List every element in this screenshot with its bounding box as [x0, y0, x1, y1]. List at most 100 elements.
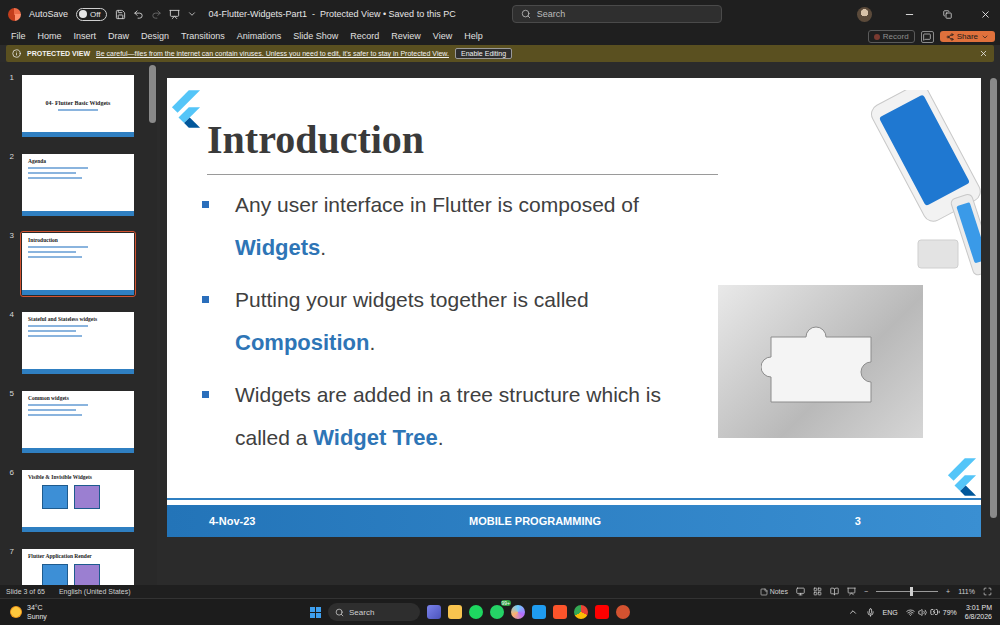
whatsapp-icon[interactable]: 99+: [490, 605, 504, 619]
save-icon[interactable]: [115, 9, 126, 20]
hidden-icons-icon[interactable]: [848, 607, 858, 617]
thumbnail-scrollbar[interactable]: [148, 62, 157, 585]
comments-button[interactable]: [921, 31, 934, 43]
ribbon-tab[interactable]: View: [433, 30, 452, 44]
thumbnail-frame[interactable]: 04- Flutter Basic Widgets: [20, 73, 136, 139]
protected-view-message[interactable]: Be careful—files from the internet can c…: [96, 50, 449, 57]
ribbon-tab[interactable]: Design: [141, 30, 169, 44]
system-tray: ENG 79% 3:01 PM6/8/2026: [848, 603, 992, 621]
zoom-out-button[interactable]: −: [864, 588, 868, 595]
ribbon-tab[interactable]: Insert: [74, 30, 97, 44]
date: 6/8/2026: [965, 612, 992, 621]
windows-start-icon[interactable]: [310, 607, 321, 618]
weather-widget[interactable]: 34°CSunny: [10, 603, 310, 621]
file-explorer-icon[interactable]: [448, 605, 462, 619]
ribbon-tab[interactable]: Help: [464, 30, 483, 44]
search-icon: [521, 9, 531, 19]
ribbon-tab[interactable]: Record: [350, 30, 379, 44]
footer-course: MOBILE PROGRAMMING: [426, 515, 643, 527]
customize-icon[interactable]: [187, 9, 197, 19]
zoom-in-button[interactable]: +: [946, 588, 950, 595]
input-language[interactable]: ENG: [883, 609, 898, 616]
slide-thumbnail[interactable]: 5Common widgets: [6, 389, 148, 455]
enable-editing-button[interactable]: Enable Editing: [455, 48, 512, 59]
bullet-list: Any user interface in Flutter is compose…: [167, 183, 718, 459]
present-icon[interactable]: [169, 9, 180, 20]
thumbnail-frame[interactable]: Agenda: [20, 152, 136, 218]
quick-settings[interactable]: 79%: [906, 607, 957, 617]
bullet-item: Any user interface in Flutter is compose…: [202, 183, 718, 269]
message-close-button[interactable]: [979, 49, 988, 58]
slide-thumbnail[interactable]: 2Agenda: [6, 152, 148, 218]
status-bar: Slide 3 of 65 English (United States) Note…: [0, 585, 1000, 598]
redo-icon[interactable]: [151, 9, 162, 20]
scrollbar-thumb[interactable]: [149, 65, 156, 123]
close-icon: [980, 9, 991, 20]
microphone-icon[interactable]: [866, 608, 875, 617]
restore-button[interactable]: [932, 0, 962, 28]
thumbnail-title: Common widgets: [28, 395, 69, 401]
spotify-icon[interactable]: [469, 605, 483, 619]
ribbon-tab[interactable]: Review: [391, 30, 421, 44]
notes-button[interactable]: Notes: [760, 588, 788, 596]
minimize-button[interactable]: [894, 0, 924, 28]
brave-icon[interactable]: [553, 605, 567, 619]
thumbnail-frame[interactable]: Introduction: [20, 231, 136, 297]
battery-icon: [930, 607, 940, 617]
copilot-icon[interactable]: [511, 605, 525, 619]
account-avatar[interactable]: [857, 7, 872, 22]
scrollbar-thumb[interactable]: [990, 78, 997, 518]
zoom-slider-thumb[interactable]: [910, 587, 913, 596]
thumbnail-slide: Visible & Invisible Widgets: [22, 470, 134, 532]
slide-footer: 4-Nov-23MOBILE PROGRAMMING3: [167, 505, 981, 537]
thumbnail-frame[interactable]: Flutter Application Render: [20, 547, 136, 585]
thumbnail-slide: Common widgets: [22, 391, 134, 453]
title-bar: AutoSaveOff04-Flutter-Widgets-Part1 - Pr…: [0, 0, 1000, 28]
bullet-item: Putting your widgets together is called …: [202, 278, 718, 364]
zoom-level[interactable]: 111%: [958, 588, 975, 595]
volume-icon: [918, 608, 927, 617]
vscode-icon[interactable]: [532, 605, 546, 619]
slide-show-icon[interactable]: [847, 587, 856, 596]
close-button[interactable]: [970, 0, 1000, 28]
record-button[interactable]: Record: [868, 30, 915, 43]
slide-number: 6: [6, 468, 14, 477]
teams-icon[interactable]: [427, 605, 441, 619]
powerpoint-icon[interactable]: [616, 605, 630, 619]
youtube-icon[interactable]: [595, 605, 609, 619]
taskbar-search[interactable]: Search: [328, 603, 420, 621]
thumbnail-frame[interactable]: Stateful and Stateless widgets: [20, 310, 136, 376]
thumbnail-frame[interactable]: Visible & Invisible Widgets: [20, 468, 136, 534]
ribbon-tab[interactable]: Animations: [237, 30, 282, 44]
footer-page: 3: [644, 515, 861, 527]
undo-icon[interactable]: [133, 9, 144, 20]
ribbon-tab[interactable]: Slide Show: [293, 30, 338, 44]
thumbnail-frame[interactable]: Common widgets: [20, 389, 136, 455]
language-indicator[interactable]: English (United States): [59, 588, 131, 595]
zoom-slider[interactable]: [876, 591, 938, 592]
chrome-icon[interactable]: [574, 605, 588, 619]
ribbon-tab[interactable]: Transitions: [181, 30, 225, 44]
search-box[interactable]: Search: [512, 5, 722, 23]
slide-sorter-icon[interactable]: [813, 587, 822, 596]
autosave-toggle[interactable]: Off: [76, 8, 107, 21]
fit-to-window-icon[interactable]: [983, 587, 992, 596]
slide-thumbnail[interactable]: 4Stateful and Stateless widgets: [6, 310, 148, 376]
clock[interactable]: 3:01 PM6/8/2026: [965, 603, 992, 621]
thumbnail-slide: Flutter Application Render: [22, 549, 134, 585]
workspace: 104- Flutter Basic Widgets2Agenda3Introd…: [0, 62, 1000, 585]
slide-thumbnail[interactable]: 104- Flutter Basic Widgets: [6, 73, 148, 139]
canvas-scrollbar[interactable]: [989, 78, 998, 585]
slide-position: Slide 3 of 65: [6, 588, 45, 595]
slide-thumbnail[interactable]: 7Flutter Application Render: [6, 547, 148, 585]
autosave-label: AutoSave: [29, 9, 68, 19]
share-button[interactable]: Share: [940, 31, 995, 42]
ribbon-tab[interactable]: Home: [38, 30, 62, 44]
ribbon-tab[interactable]: Draw: [108, 30, 129, 44]
slide-thumbnail[interactable]: 3Introduction: [6, 231, 148, 297]
reading-view-icon[interactable]: [830, 587, 839, 596]
slide-thumbnail[interactable]: 6 Visible & Invisible Widgets: [6, 468, 148, 534]
notes-icon: [760, 588, 768, 596]
normal-view-icon[interactable]: [796, 587, 805, 596]
ribbon-tab[interactable]: File: [11, 30, 26, 44]
